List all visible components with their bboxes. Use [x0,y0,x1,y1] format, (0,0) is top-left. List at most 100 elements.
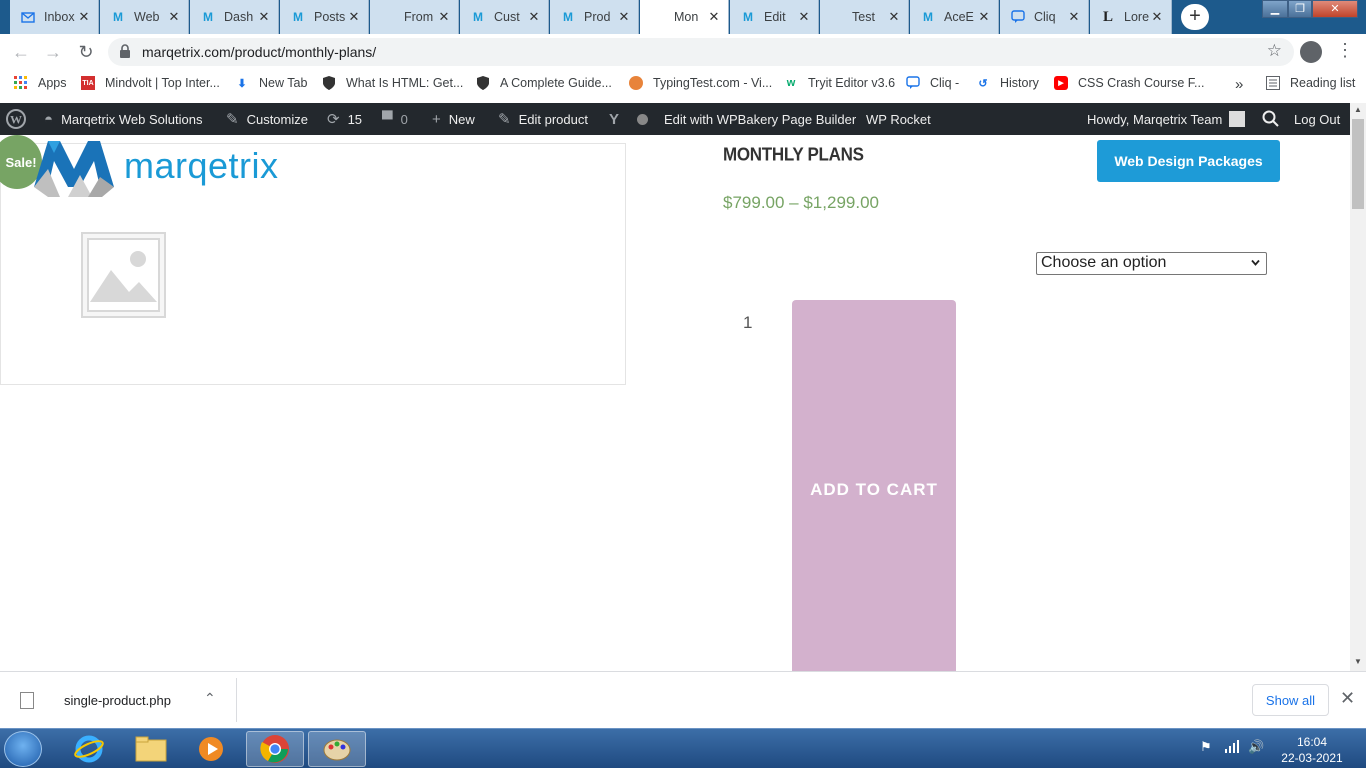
bookmark-css-crash-course[interactable]: ▶ CSS Crash Course F... [1054,76,1204,90]
pencil-icon: ✎ [498,111,511,128]
close-icon[interactable]: ✕ [706,9,722,25]
url-text: marqetrix.com/product/monthly-plans/ [142,44,377,60]
wp-comments[interactable]: ▀ 0 [382,103,408,135]
paintbrush-icon: ✎ [226,111,239,128]
close-icon[interactable]: ✕ [256,9,272,25]
bookmark-apps[interactable]: Apps [14,76,67,90]
close-icon[interactable]: ✕ [526,9,542,25]
media-player-icon[interactable] [182,731,240,767]
tab-dash[interactable]: M Dash ✕ [190,0,279,34]
action-center-flag-icon[interactable]: ⚑ [1200,739,1212,755]
page-scrollbar[interactable]: ▲ ▼ [1350,103,1366,671]
bookmark-typingtest[interactable]: TypingTest.com - Vi... [629,76,772,90]
close-icon[interactable]: ✕ [166,9,182,25]
tab-acee[interactable]: M AceE ✕ [910,0,999,34]
tab-inbox[interactable]: Inbox ✕ [10,0,99,34]
close-icon[interactable]: ✕ [1340,688,1355,709]
close-icon[interactable]: ✕ [796,9,812,25]
variation-select[interactable]: Choose an option [1036,252,1267,275]
new-tab-button[interactable]: + [1181,4,1209,30]
quantity-input[interactable]: 1 [743,313,752,333]
tab-edit[interactable]: M Edit ✕ [730,0,819,34]
reading-list-button[interactable]: Reading list [1266,76,1355,90]
tab-cliq[interactable]: Cliq ✕ [1000,0,1089,34]
search-icon[interactable] [1261,103,1281,135]
bookmark-what-is-html[interactable]: What Is HTML: Get... [322,76,463,90]
more-menu-icon[interactable]: ⋮ [1336,40,1354,61]
close-icon[interactable]: ✕ [1149,9,1165,25]
page-content: Sale! marqetrix MONTHLY PLANS Web Design… [0,135,1350,671]
wp-rocket[interactable]: WP Rocket [866,103,931,135]
reload-icon[interactable]: ↻ [75,41,97,63]
bookmark-new-tab[interactable]: ⬇ New Tab [235,76,307,90]
volume-icon[interactable]: 🔊 [1248,739,1264,755]
bookmark-mindvolt[interactable]: TIA Mindvolt | Top Inter... [81,76,220,90]
close-icon[interactable]: ✕ [976,9,992,25]
scrollbar-thumb[interactable] [1352,119,1364,209]
download-file-name[interactable]: single-product.php [64,693,171,708]
history-icon: ↺ [978,77,988,90]
close-icon[interactable]: ✕ [886,9,902,25]
windows-taskbar: ⚑ 🔊 16:04 22-03-2021 [0,728,1366,768]
marqetrix-favicon-icon: M [293,10,303,24]
wp-customize[interactable]: ✎ Customize [226,103,308,135]
show-all-button[interactable]: Show all [1252,684,1329,716]
scroll-up-arrow-icon[interactable]: ▲ [1350,103,1366,117]
wp-logout[interactable]: Log Out [1294,103,1340,135]
tab-monthly-plans[interactable]: Mon ✕ [640,0,729,34]
internet-explorer-icon[interactable] [60,731,118,767]
back-arrow-icon[interactable]: ← [10,41,32,63]
network-signal-icon[interactable] [1224,739,1240,756]
chevron-up-icon[interactable]: ⌃ [204,690,216,707]
yoast-icon[interactable]: Y [609,103,627,135]
seo-status-dot-icon [637,103,648,135]
bookmark-tryit-editor[interactable]: w Tryit Editor v3.6 [784,76,895,90]
system-clock[interactable]: 16:04 22-03-2021 [1280,734,1344,766]
file-explorer-icon[interactable] [122,731,180,767]
wp-account[interactable]: Howdy, Marqetrix Team [1087,103,1246,135]
paint-icon[interactable] [308,731,366,767]
marqetrix-favicon-icon: M [923,10,933,24]
tab-from[interactable]: From ✕ [370,0,459,34]
tab-prod[interactable]: M Prod ✕ [550,0,639,34]
chrome-icon[interactable] [246,731,304,767]
address-bar[interactable]: marqetrix.com/product/monthly-plans/ ☆ [108,38,1294,66]
restore-button[interactable]: ❐ [1288,0,1312,18]
bookmark-label: Apps [38,76,67,90]
bookmarks-overflow-button[interactable]: » [1235,76,1243,93]
tab-label: Cliq [1034,10,1056,24]
tab-web[interactable]: M Web ✕ [100,0,189,34]
web-design-packages-button[interactable]: Web Design Packages [1097,140,1280,182]
close-icon[interactable]: ✕ [1066,9,1082,25]
close-icon[interactable]: ✕ [616,9,632,25]
bookmark-cliq[interactable]: Cliq - [906,76,959,90]
wp-new[interactable]: + New [432,103,475,135]
forward-arrow-icon[interactable]: → [42,41,64,63]
profile-avatar-icon[interactable] [1300,41,1322,63]
tab-label: Web [134,10,160,24]
tab-posts[interactable]: M Posts ✕ [280,0,369,34]
wp-site-name[interactable]: ◓ Marqetrix Web Solutions [44,103,202,135]
tab-lorem[interactable]: L Lore ✕ [1090,0,1172,34]
wp-edit-product[interactable]: ✎ Edit product [498,103,588,135]
wp-updates[interactable]: ⟳ 15 [327,103,362,135]
scroll-down-arrow-icon[interactable]: ▼ [1350,655,1366,669]
bookmark-complete-guide[interactable]: A Complete Guide... [476,76,612,90]
add-to-cart-button[interactable]: ADD TO CART [792,300,956,671]
close-icon[interactable]: ✕ [436,9,452,25]
window-close-button[interactable]: ✕ [1312,0,1358,18]
minimize-button[interactable]: ▁ [1262,0,1288,18]
wp-wpbakery[interactable]: Edit with WPBakery Page Builder [664,103,856,135]
bookmark-star-icon[interactable]: ☆ [1267,41,1282,61]
lorem-l-icon: L [1102,8,1113,25]
comment-bubble-icon: ▀ [382,110,393,128]
tab-test[interactable]: Test ✕ [820,0,909,34]
windows-start-button[interactable] [4,731,42,767]
close-icon[interactable]: ✕ [76,9,92,25]
w3-icon: w [786,77,796,89]
wordpress-logo-icon[interactable]: W [6,103,26,135]
tab-label: Test [852,10,875,24]
close-icon[interactable]: ✕ [346,9,362,25]
tab-cust[interactable]: M Cust ✕ [460,0,549,34]
bookmark-history[interactable]: ↺ History [976,76,1039,90]
